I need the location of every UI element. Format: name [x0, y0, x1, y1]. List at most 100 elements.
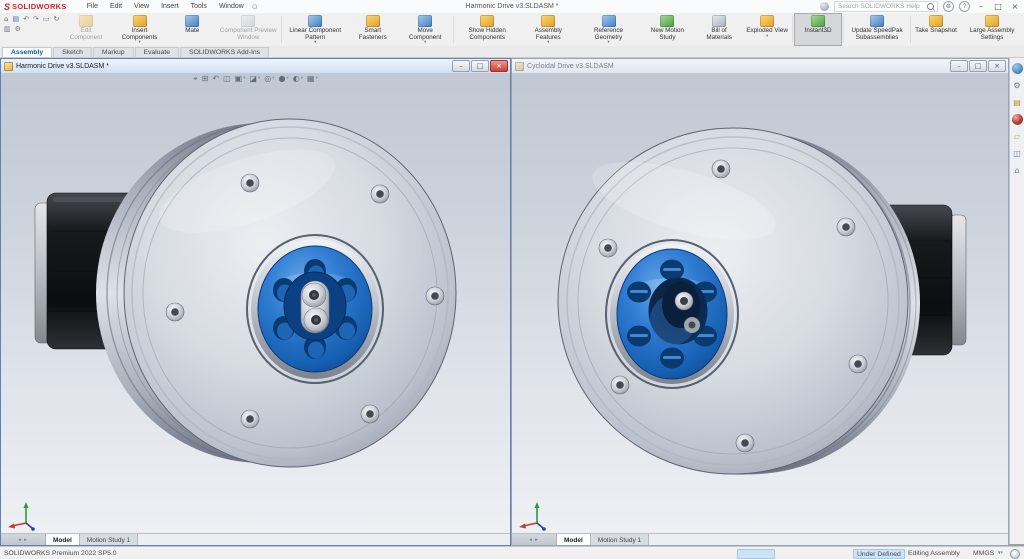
linear-component-pattern-button[interactable]: Linear Component Pattern: [283, 13, 347, 46]
harmonic-window-title: Harmonic Drive v3.SLDASM *: [16, 63, 109, 70]
tab-sketch[interactable]: Sketch: [53, 47, 92, 57]
exploded-view-icon: [760, 15, 774, 27]
cycloidal-doc-tabs: Model Motion Study 1: [512, 533, 1008, 545]
display-style-icon[interactable]: ◪: [249, 74, 260, 84]
cycloidal-minimize-button[interactable]: –: [950, 60, 968, 72]
ribbon-separator: [453, 16, 454, 43]
save-button[interactable]: ▤: [12, 15, 19, 23]
previous-view-icon[interactable]: ↶: [212, 74, 219, 84]
view-orientation-icon[interactable]: ▣: [235, 74, 246, 84]
hide-show-items-icon[interactable]: ◎: [264, 74, 274, 84]
unit-system-label[interactable]: MMGS: [973, 550, 994, 557]
output-flange[interactable]: [247, 235, 383, 383]
insert-components-button[interactable]: Insert Components: [111, 13, 168, 46]
menu-window[interactable]: Window: [213, 3, 250, 10]
solidworks-resources-icon[interactable]: ◉: [1012, 63, 1023, 74]
menu-tools[interactable]: Tools: [185, 3, 213, 10]
tab-motion-study-1[interactable]: Motion Study 1: [591, 534, 649, 545]
section-view-icon[interactable]: ◫: [223, 74, 231, 84]
output-flange[interactable]: [606, 240, 738, 388]
mate-button[interactable]: Mate: [168, 13, 216, 46]
login-icon[interactable]: [820, 2, 829, 11]
cycloidal-window-titlebar[interactable]: Cycloidal Drive v3.SLDASM – □ ×: [512, 59, 1008, 74]
new-document-button[interactable]: ▭: [43, 15, 50, 23]
apply-scene-icon[interactable]: ◐: [293, 74, 303, 84]
orientation-triad: [517, 499, 547, 531]
undo-button[interactable]: ↶: [23, 15, 29, 23]
rebuild-button[interactable]: ↻: [53, 15, 59, 23]
pin-menu-icon[interactable]: ⊙: [252, 3, 258, 11]
appearances-scenes-icon[interactable]: ◐: [1012, 114, 1023, 125]
app-restore-button[interactable]: □: [992, 2, 1004, 11]
move-component-button[interactable]: Move Component: [398, 13, 452, 46]
ribbon-separator: [792, 16, 793, 43]
menu-file[interactable]: File: [81, 3, 104, 10]
settings-icon[interactable]: ⚙: [943, 1, 954, 12]
unit-system-caret-icon[interactable]: ▾: [998, 550, 1003, 556]
custom-properties-icon[interactable]: ⌂: [1012, 165, 1023, 176]
task-pane: ◉ ⚙ ▤ ◐ ▱ ◫ ⌂: [1009, 58, 1024, 544]
exploded-view-button[interactable]: Exploded View: [743, 13, 791, 46]
search-icon[interactable]: [927, 3, 934, 10]
assembly-features-button[interactable]: Assembly Features: [519, 13, 577, 46]
tab-assembly[interactable]: Assembly: [2, 47, 52, 57]
status-options-icon[interactable]: [1010, 549, 1020, 559]
show-hidden-components-button[interactable]: Show Hidden Components: [455, 13, 519, 46]
harmonic-drive-3d-model[interactable]: [1, 73, 510, 534]
tab-model[interactable]: Model: [557, 534, 591, 545]
edit-component-icon: [79, 15, 93, 27]
solidworks-app: S SOLIDWORKS File Edit View Insert Tools…: [0, 0, 1024, 559]
center-bore: [649, 278, 707, 345]
solidworks-logo-text: SOLIDWORKS: [12, 2, 67, 11]
view-settings-icon[interactable]: ▦: [307, 74, 318, 84]
search-input[interactable]: [838, 3, 924, 11]
update-speedpak-subassemblies-icon: [870, 15, 884, 27]
large-assembly-settings-icon: [985, 15, 999, 27]
smart-fasteners-button[interactable]: Smart Fasteners: [347, 13, 398, 46]
redo-button[interactable]: ↷: [33, 15, 39, 23]
options-button[interactable]: ⚙: [15, 25, 21, 33]
app-minimize-button[interactable]: –: [975, 2, 987, 11]
harmonic-restore-button[interactable]: □: [471, 60, 489, 72]
print-button[interactable]: ▥: [4, 25, 11, 33]
design-settings-icon[interactable]: ⚙: [1012, 80, 1023, 91]
cycloidal-restore-button[interactable]: □: [969, 60, 987, 72]
app-close-button[interactable]: ×: [1009, 2, 1021, 11]
help-icon[interactable]: ?: [959, 1, 970, 12]
harmonic-minimize-button[interactable]: –: [452, 60, 470, 72]
cycloidal-close-button[interactable]: ×: [988, 60, 1006, 72]
tab-markup[interactable]: Markup: [93, 47, 134, 57]
take-snapshot-button[interactable]: Take Snapshot: [912, 13, 960, 46]
reference-geometry-button[interactable]: Reference Geometry: [577, 13, 639, 46]
edit-appearance-icon[interactable]: ●: [279, 74, 289, 84]
cycloidal-viewport[interactable]: [512, 73, 1008, 534]
cycloidal-drive-3d-model[interactable]: [512, 73, 1006, 534]
harmonic-close-button[interactable]: ×: [490, 60, 508, 72]
harmonic-viewport[interactable]: ⌖ ⊞ ↶ ◫ ▣ ◪ ◎ ● ◐ ▦: [1, 73, 510, 534]
search-box: [834, 1, 938, 12]
menu-insert[interactable]: Insert: [155, 3, 185, 10]
menu-view[interactable]: View: [128, 3, 155, 10]
new-motion-study-button[interactable]: New Motion Study: [640, 13, 695, 46]
tab-motion-study-1[interactable]: Motion Study 1: [80, 534, 138, 545]
tab-scroll-area[interactable]: [1, 534, 46, 545]
update-speedpak-subassemblies-button[interactable]: Update SpeedPak Subassemblies: [845, 13, 909, 46]
large-assembly-settings-button[interactable]: Large Assembly Settings: [960, 13, 1024, 46]
tab-model[interactable]: Model: [46, 534, 80, 545]
tab-scroll-area[interactable]: [512, 534, 557, 545]
view-palette-icon[interactable]: ◫: [1012, 148, 1023, 159]
zoom-fit-icon[interactable]: ⌖: [193, 74, 198, 84]
home-button[interactable]: ⌂: [4, 15, 8, 23]
bill-of-materials-button[interactable]: Bill of Materials: [695, 13, 743, 46]
tab-evaluate[interactable]: Evaluate: [135, 47, 179, 57]
zoom-area-icon[interactable]: ⊞: [202, 74, 209, 84]
instant3d-button[interactable]: Instant3D: [794, 13, 842, 46]
tab-solidworks-add-ins[interactable]: SOLIDWORKS Add-Ins: [180, 47, 269, 57]
menu-edit[interactable]: Edit: [104, 3, 128, 10]
design-library-icon[interactable]: ▤: [1012, 97, 1023, 108]
status-bar: SOLIDWORKS Premium 2022 SP5.0 Under Defi…: [0, 546, 1024, 559]
housing-face[interactable]: [558, 128, 908, 474]
file-explorer-icon[interactable]: ▱: [1012, 131, 1023, 142]
harmonic-window-titlebar[interactable]: Harmonic Drive v3.SLDASM * – □ ×: [1, 59, 510, 74]
ribbon-separator: [281, 16, 282, 43]
